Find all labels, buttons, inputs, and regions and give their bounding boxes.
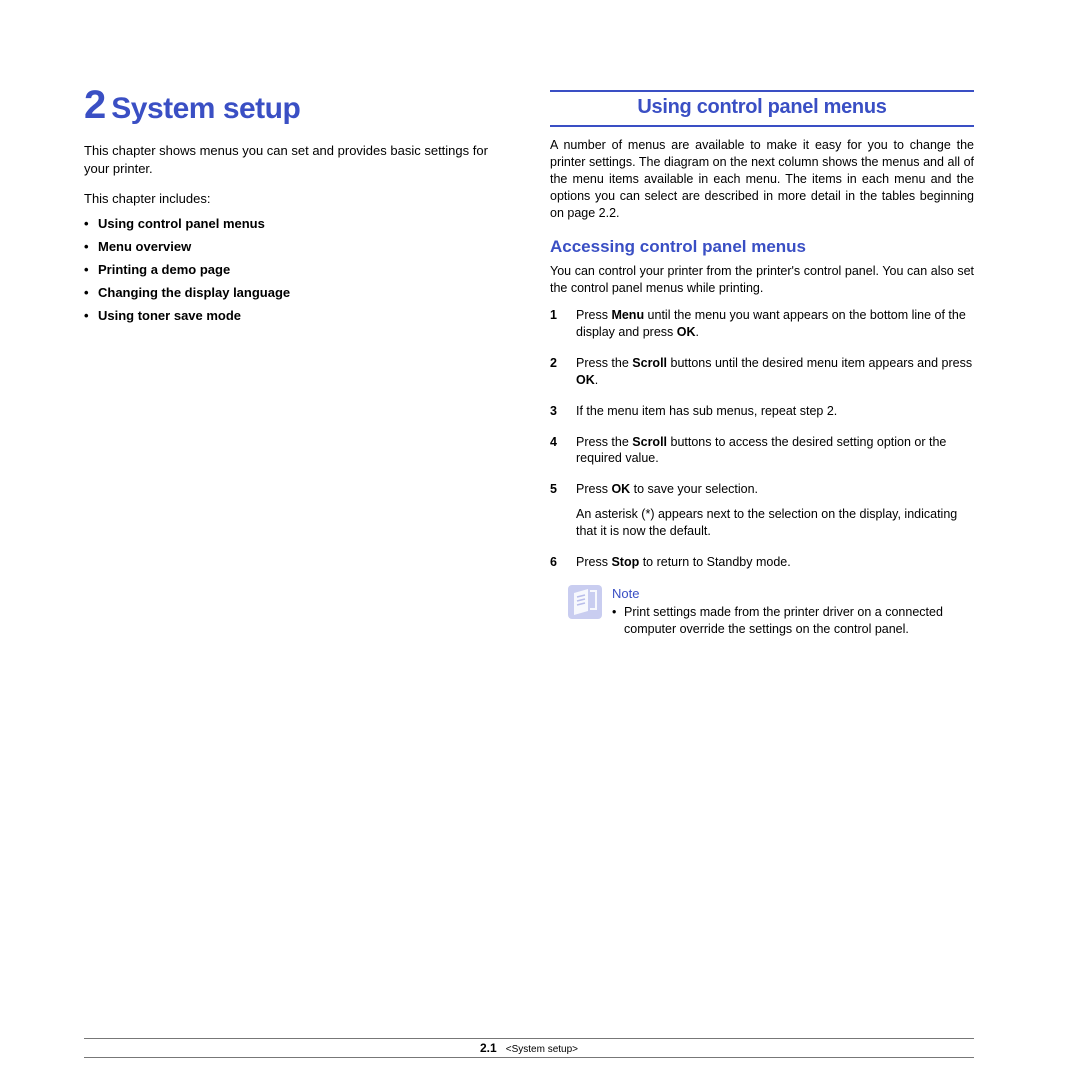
subsection-intro: You can control your printer from the pr…	[550, 263, 974, 297]
link-item[interactable]: Printing a demo page	[84, 262, 508, 277]
step-number: 3	[550, 403, 557, 420]
step-number: 5	[550, 481, 557, 498]
chapter-heading: 2System setup	[84, 84, 508, 126]
link-item[interactable]: Menu overview	[84, 239, 508, 254]
link-item[interactable]: Using toner save mode	[84, 308, 508, 323]
link-item[interactable]: Changing the display language	[84, 285, 508, 300]
link-item[interactable]: Using control panel menus	[84, 216, 508, 231]
left-column: 2System setup This chapter shows menus y…	[84, 84, 508, 638]
step-item: 4 Press the Scroll buttons to access the…	[550, 434, 974, 482]
note-body: Note Print settings made from the printe…	[612, 585, 974, 638]
footer-crumb: <System setup>	[506, 1044, 578, 1055]
step-number: 1	[550, 307, 557, 324]
step-number: 4	[550, 434, 557, 451]
note-text: Print settings made from the printer dri…	[612, 604, 974, 638]
step-item: 6 Press Stop to return to Standby mode.	[550, 554, 974, 585]
step-number: 2	[550, 355, 557, 372]
right-column: Using control panel menus A number of me…	[550, 84, 974, 638]
section-intro: A number of menus are available to make …	[550, 137, 974, 221]
chapter-links: Using control panel menus Menu overview …	[84, 216, 508, 323]
step-text: Press the Scroll buttons to access the d…	[576, 435, 946, 466]
chapter-number: 2	[84, 83, 105, 127]
section-title-bar: Using control panel menus	[550, 90, 974, 127]
page-body: 2System setup This chapter shows menus y…	[84, 84, 974, 638]
note-label: Note	[612, 585, 974, 603]
step-number: 6	[550, 554, 557, 571]
step-item: 2 Press the Scroll buttons until the des…	[550, 355, 974, 403]
step-item: 3 If the menu item has sub menus, repeat…	[550, 403, 974, 434]
step-text: Press the Scroll buttons until the desir…	[576, 356, 972, 387]
includes-label: This chapter includes:	[84, 191, 508, 206]
page-footer: 2.1 <System setup>	[84, 1038, 974, 1058]
step-extra: An asterisk (*) appears next to the sele…	[576, 506, 974, 540]
section-title: Using control panel menus	[637, 96, 886, 118]
note-box: Note Print settings made from the printe…	[568, 585, 974, 638]
step-text: Press Menu until the menu you want appea…	[576, 308, 966, 339]
subsection-title: Accessing control panel menus	[550, 237, 974, 257]
note-icon	[568, 585, 602, 619]
step-text: Press Stop to return to Standby mode.	[576, 555, 791, 569]
chapter-title: System setup	[111, 92, 300, 125]
steps-list: 1 Press Menu until the menu you want app…	[550, 307, 974, 585]
page-number: 2.1	[480, 1041, 497, 1055]
step-item: 5 Press OK to save your selection. An as…	[550, 481, 974, 554]
step-text: If the menu item has sub menus, repeat s…	[576, 404, 837, 418]
step-text: Press OK to save your selection.	[576, 482, 758, 496]
chapter-intro: This chapter shows menus you can set and…	[84, 142, 508, 177]
step-item: 1 Press Menu until the menu you want app…	[550, 307, 974, 355]
